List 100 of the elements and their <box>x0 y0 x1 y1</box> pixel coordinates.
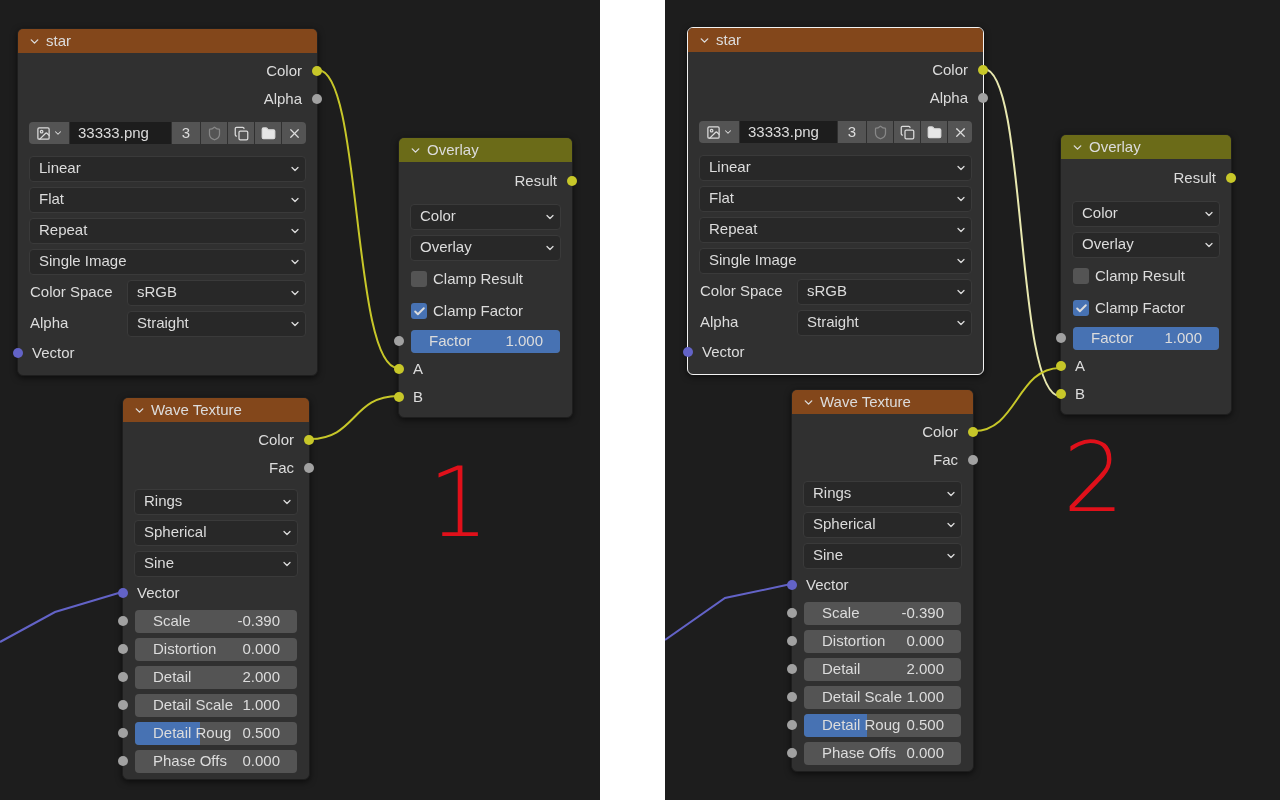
unlink-button[interactable] <box>282 122 306 144</box>
dropdown[interactable]: Rings <box>803 480 962 507</box>
number-field[interactable]: Distortion 0.000 <box>135 637 297 661</box>
output-label: Alpha <box>929 87 968 108</box>
shield-icon <box>872 124 888 140</box>
socket-icon[interactable] <box>118 756 128 766</box>
socket-icon[interactable] <box>394 392 404 402</box>
node-header[interactable]: Overlay <box>1061 135 1231 159</box>
dropdown[interactable]: Linear <box>29 155 306 182</box>
socket-icon[interactable] <box>787 636 797 646</box>
number-field[interactable]: Phase Offs 0.000 <box>804 741 961 765</box>
image-type-button[interactable] <box>699 121 739 143</box>
socket-icon[interactable] <box>118 728 128 738</box>
field-label: Detail Scale <box>822 686 903 707</box>
socket-icon[interactable] <box>118 616 128 626</box>
dropdown[interactable]: Linear <box>699 154 972 181</box>
property-label: Color Space <box>700 281 784 302</box>
socket-icon[interactable] <box>787 608 797 618</box>
socket-icon[interactable] <box>787 748 797 758</box>
socket-icon[interactable] <box>118 672 128 682</box>
input-label: Vector <box>806 574 849 595</box>
socket-icon[interactable] <box>304 435 314 445</box>
socket-icon[interactable] <box>312 66 322 76</box>
shield-icon <box>206 125 222 141</box>
dropdown[interactable]: Color <box>1072 200 1220 227</box>
socket-icon[interactable] <box>978 65 988 75</box>
socket-icon[interactable] <box>978 93 988 103</box>
input-label: A <box>1075 355 1085 376</box>
dropdown[interactable]: Spherical <box>134 519 298 546</box>
dropdown[interactable]: Straight <box>797 309 972 336</box>
socket-icon[interactable] <box>304 463 314 473</box>
image-name-field[interactable]: 33333.png <box>740 121 837 143</box>
unlink-button[interactable] <box>948 121 972 143</box>
socket-icon[interactable] <box>787 720 797 730</box>
checkbox[interactable] <box>411 271 427 287</box>
input-label: Vector <box>702 341 745 362</box>
socket-icon[interactable] <box>968 455 978 465</box>
open-button[interactable] <box>255 122 281 144</box>
number-field[interactable]: Detail Scale 1.000 <box>804 685 961 709</box>
number-field[interactable]: Scale -0.390 <box>135 609 297 633</box>
output-label: Result <box>1173 167 1216 188</box>
node-header[interactable]: Wave Texture <box>792 390 973 414</box>
node-header[interactable]: star <box>688 28 983 52</box>
duplicate-button[interactable] <box>228 122 254 144</box>
output-label: Fac <box>269 457 294 478</box>
socket-icon[interactable] <box>1056 333 1066 343</box>
dropdown[interactable]: Flat <box>29 186 306 213</box>
field-value: 1.000 <box>906 686 944 707</box>
dropdown[interactable]: Spherical <box>803 511 962 538</box>
dropdown[interactable]: Overlay <box>410 234 561 261</box>
number-field[interactable]: Factor 1.000 <box>1073 326 1219 350</box>
number-field[interactable]: Phase Offs 0.000 <box>135 749 297 773</box>
dropdown[interactable]: sRGB <box>127 279 306 306</box>
number-field[interactable]: Factor 1.000 <box>411 329 560 353</box>
dropdown[interactable]: Flat <box>699 185 972 212</box>
dropdown[interactable]: Repeat <box>29 217 306 244</box>
node-header[interactable]: Wave Texture <box>123 398 309 422</box>
socket-icon[interactable] <box>1056 389 1066 399</box>
socket-icon[interactable] <box>118 700 128 710</box>
dropdown[interactable]: Sine <box>134 550 298 577</box>
dropdown[interactable]: sRGB <box>797 278 972 305</box>
socket-icon[interactable] <box>394 336 404 346</box>
dropdown[interactable]: Single Image <box>699 247 972 274</box>
socket-icon[interactable] <box>567 176 577 186</box>
user-count[interactable]: 3 <box>172 122 200 144</box>
image-type-button[interactable] <box>29 122 69 144</box>
node-header[interactable]: star <box>18 29 317 53</box>
property-label: Alpha <box>700 312 740 333</box>
dropdown[interactable]: Straight <box>127 310 306 337</box>
dropdown[interactable]: Rings <box>134 488 298 515</box>
number-field[interactable]: Scale -0.390 <box>804 601 961 625</box>
dropdown[interactable]: Sine <box>803 542 962 569</box>
node-header[interactable]: Overlay <box>399 138 572 162</box>
annotation-number: 1 <box>428 455 490 551</box>
socket-icon[interactable] <box>394 364 404 374</box>
number-field[interactable]: Detail 2.000 <box>135 665 297 689</box>
user-count[interactable]: 3 <box>838 121 866 143</box>
socket-icon[interactable] <box>1226 173 1236 183</box>
socket-icon[interactable] <box>1056 361 1066 371</box>
image-name-field[interactable]: 33333.png <box>70 122 171 144</box>
number-field[interactable]: Distortion 0.000 <box>804 629 961 653</box>
socket-icon[interactable] <box>787 664 797 674</box>
dropdown[interactable]: Single Image <box>29 248 306 275</box>
duplicate-button[interactable] <box>894 121 920 143</box>
checkbox[interactable] <box>1073 300 1089 316</box>
dropdown[interactable]: Color <box>410 203 561 230</box>
dropdown[interactable]: Overlay <box>1072 231 1220 258</box>
field-label: Detail <box>822 658 861 679</box>
socket-icon[interactable] <box>968 427 978 437</box>
open-button[interactable] <box>921 121 947 143</box>
number-field[interactable]: Detail Scale 1.000 <box>135 693 297 717</box>
number-field[interactable]: Detail 2.000 <box>804 657 961 681</box>
field-value: 0.000 <box>906 630 944 651</box>
output-label: Result <box>514 170 557 191</box>
socket-icon[interactable] <box>312 94 322 104</box>
checkbox[interactable] <box>411 303 427 319</box>
dropdown[interactable]: Repeat <box>699 216 972 243</box>
socket-icon[interactable] <box>787 692 797 702</box>
checkbox[interactable] <box>1073 268 1089 284</box>
socket-icon[interactable] <box>118 644 128 654</box>
